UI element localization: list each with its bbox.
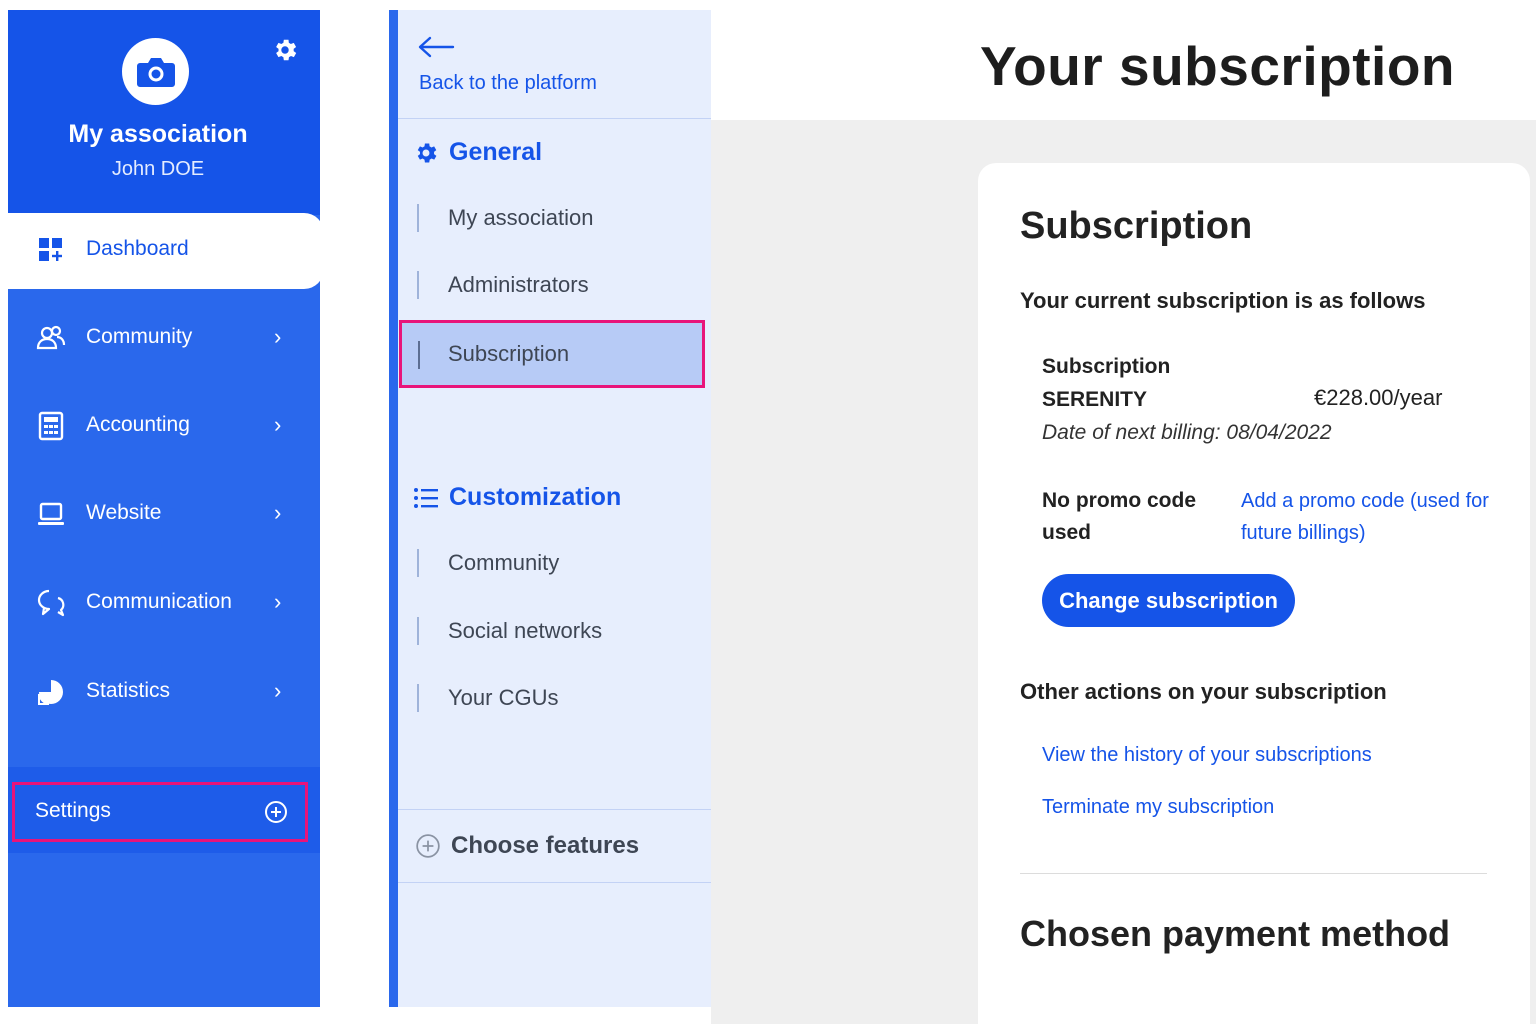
terminate-subscription-link[interactable]: Terminate my subscription (1042, 796, 1274, 819)
gear-icon (417, 142, 437, 163)
choose-features-label: Choose features (451, 832, 640, 859)
section-heading: General (449, 138, 543, 166)
menu-item-label: Social networks (448, 618, 603, 643)
card-divider (1020, 873, 1487, 874)
sidebar-item-label: Statistics (86, 679, 171, 702)
menu-item-subscription[interactable]: Subscription (399, 320, 705, 388)
menu-item-community[interactable]: Community (398, 533, 711, 593)
user-name: John DOE (111, 158, 205, 180)
sidebar-item-community[interactable]: Community › (8, 308, 320, 368)
menu-item-label: Administrators (448, 272, 589, 297)
item-marker (418, 341, 420, 369)
add-promo-code-link[interactable]: Add a promo code (used for future billin… (1241, 485, 1501, 549)
menu-item-label: My association (448, 205, 594, 230)
menu-divider (398, 118, 711, 119)
card-title: Subscription (1020, 205, 1253, 247)
plan-price: €228.00/year (1314, 385, 1443, 410)
plus-circle-icon (416, 834, 440, 858)
promo-status: No promo code used (1042, 489, 1197, 544)
item-marker (417, 684, 419, 712)
sidebar-item-accounting[interactable]: Accounting › (8, 396, 320, 456)
menu-item-administrators[interactable]: Administrators (398, 255, 711, 315)
settings-menu: Back to the platform General My associat… (389, 10, 711, 1007)
subscription-intro: Your current subscription is as follows (1020, 288, 1426, 313)
menu-divider (398, 882, 711, 883)
menu-divider (398, 809, 711, 810)
item-marker (417, 204, 419, 232)
sidebar-item-label: Dashboard (86, 237, 189, 260)
chevron-right-icon: › (274, 412, 282, 437)
gear-icon[interactable] (271, 36, 299, 64)
menu-item-social-networks[interactable]: Social networks (398, 601, 711, 661)
settings-label: Settings (35, 799, 111, 822)
subscription-history-link[interactable]: View the history of your subscriptions (1042, 744, 1372, 767)
users-icon (36, 325, 66, 350)
payment-method-heading: Chosen payment method (1020, 913, 1451, 954)
plan-label: Subscription (1042, 355, 1171, 378)
sidebar-item-label: Communication (86, 590, 232, 613)
list-icon (414, 487, 438, 508)
choose-features-button[interactable]: Choose features (415, 832, 639, 860)
menu-accent-stripe (389, 10, 398, 1007)
sidebar-item-label: Website (86, 501, 162, 524)
back-to-platform-link[interactable]: Back to the platform (419, 72, 597, 95)
menu-section-customization: Customization (413, 483, 621, 512)
chevron-right-icon: › (274, 589, 282, 614)
sidebar-header: My association John DOE (8, 10, 320, 215)
chevron-right-icon: › (274, 324, 282, 349)
page-title: Your subscription (980, 35, 1456, 97)
calculator-icon (38, 411, 64, 441)
sidebar-item-website[interactable]: Website › (8, 484, 320, 544)
menu-item-my-association[interactable]: My association (398, 188, 711, 248)
laptop-icon (38, 502, 64, 525)
camera-icon (136, 57, 175, 87)
pie-chart-icon (38, 680, 63, 705)
chevron-right-icon: › (274, 678, 282, 703)
association-name: My association (68, 120, 248, 148)
sidebar-item-communication[interactable]: Communication › (8, 573, 320, 633)
plus-circle-icon[interactable] (264, 800, 288, 824)
menu-item-label: Community (448, 550, 560, 575)
item-marker (417, 549, 419, 577)
arrow-left-icon[interactable] (417, 35, 455, 59)
section-heading: Customization (449, 483, 622, 511)
item-marker (417, 617, 419, 645)
change-subscription-button[interactable]: Change subscription (1042, 574, 1295, 627)
next-billing-date: Date of next billing: 08/04/2022 (1042, 421, 1332, 444)
association-avatar[interactable] (122, 38, 189, 105)
menu-item-label: Subscription (448, 341, 570, 366)
menu-item-label: Your CGUs (448, 685, 559, 710)
chevron-right-icon: › (274, 500, 282, 525)
sidebar-item-label: Community (86, 325, 193, 348)
plan-name: SERENITY (1042, 388, 1148, 411)
menu-section-general: General (413, 138, 542, 167)
item-marker (417, 271, 419, 299)
app-root: My association John DOE Dashboard Commun… (0, 0, 1536, 1024)
menu-item-your-cgus[interactable]: Your CGUs (398, 668, 711, 728)
main-sidebar: My association John DOE Dashboard Commun… (8, 10, 324, 1007)
dashboard-grid-icon (39, 238, 62, 261)
other-actions-heading: Other actions on your subscription (1020, 679, 1387, 704)
sidebar-item-label: Accounting (86, 413, 190, 436)
chat-bubbles-icon (37, 589, 65, 617)
sidebar-item-dashboard[interactable]: Dashboard (8, 213, 324, 289)
subscription-card: Subscription Your current subscription i… (978, 163, 1530, 1024)
sidebar-item-statistics[interactable]: Statistics › (8, 662, 320, 722)
